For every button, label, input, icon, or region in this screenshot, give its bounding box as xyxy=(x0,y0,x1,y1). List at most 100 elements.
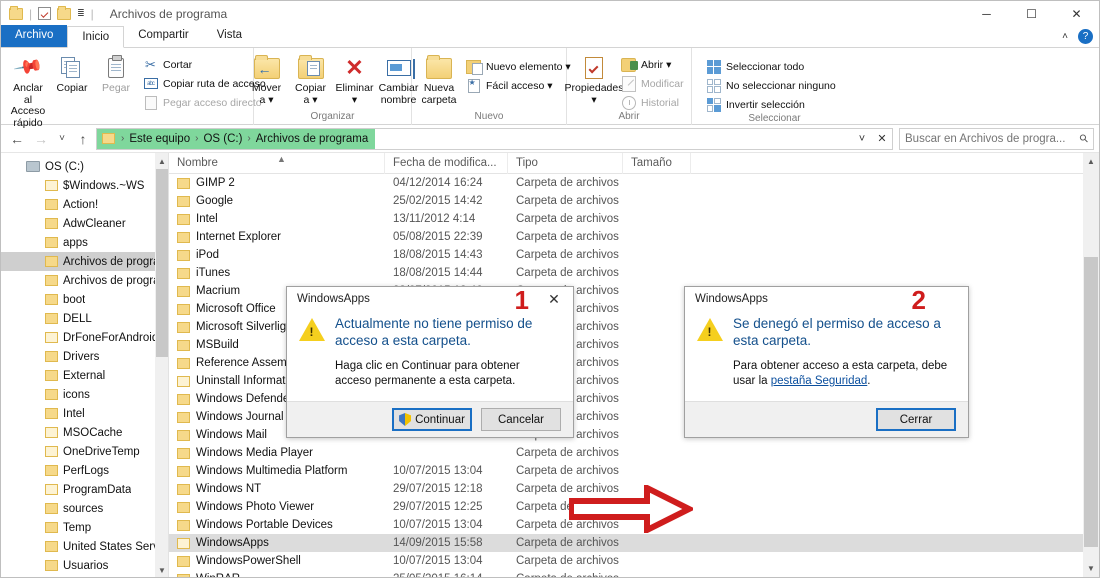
table-row[interactable]: Google 25/02/2015 14:42 Carpeta de archivo… xyxy=(169,192,1099,210)
edit-label: Modificar xyxy=(641,77,684,90)
file-name-label: Internet Explorer xyxy=(196,231,282,243)
tree-item[interactable]: Drivers xyxy=(1,347,169,366)
file-scroll-up-icon[interactable]: ▲ xyxy=(1083,153,1099,170)
cancelar-button[interactable]: Cancelar xyxy=(481,408,561,431)
table-row[interactable]: GIMP 2 04/12/2014 16:24 Carpeta de archivo… xyxy=(169,174,1099,192)
new-folder-button[interactable]: Nueva carpeta xyxy=(418,52,460,106)
tree-item[interactable]: boot xyxy=(1,290,169,309)
new-item-button[interactable]: Nuevo elemento ▾ xyxy=(462,58,575,75)
breadcrumb-item-os-c[interactable]: OS (C:) xyxy=(200,133,245,145)
tree-item[interactable]: External xyxy=(1,366,169,385)
nav-scrollbar[interactable]: ▲ ▼ xyxy=(155,153,169,577)
copy-button[interactable]: Copiar xyxy=(51,52,93,95)
tab-vista[interactable]: Vista xyxy=(203,25,256,47)
nav-scroll-thumb[interactable] xyxy=(156,169,168,357)
tree-item[interactable]: United States Service Co xyxy=(1,537,169,556)
tab-archivo[interactable]: Archivo xyxy=(1,25,68,47)
file-name-label: Intel xyxy=(196,213,218,225)
tab-inicio[interactable]: Inicio xyxy=(67,26,125,48)
minimize-button[interactable]: ─ xyxy=(964,1,1009,26)
table-row[interactable]: WindowsPowerShell 10/07/2015 13:04 Carpeta… xyxy=(169,552,1099,570)
tree-item[interactable]: MSOCache xyxy=(1,423,169,442)
file-date-cell: 18/08/2015 14:44 xyxy=(393,267,483,279)
dialog-permission-denied[interactable]: WindowsApps Se denegó el permiso de acce… xyxy=(684,285,969,438)
tree-item[interactable]: apps xyxy=(1,233,169,252)
continuar-button[interactable]: Continuar xyxy=(392,408,472,431)
tree-item[interactable]: DELL xyxy=(1,309,169,328)
tree-item[interactable]: ProgramData xyxy=(1,480,169,499)
tree-item[interactable]: PerfLogs xyxy=(1,461,169,480)
tree-item[interactable]: sources xyxy=(1,499,169,518)
maximize-button[interactable]: ☐ xyxy=(1009,1,1054,26)
tree-item[interactable]: Archivos de programa xyxy=(1,252,169,271)
table-row[interactable]: Windows Media Player Carpeta de archivos xyxy=(169,444,1099,462)
new-folder-icon[interactable] xyxy=(57,5,72,20)
table-row[interactable]: iTunes 18/08/2015 14:44 Carpeta de archivo… xyxy=(169,264,1099,282)
breadcrumb-item-archivos-de-programa[interactable]: Archivos de programa xyxy=(253,133,372,145)
ribbon-tab-right-controls: ˄ ? xyxy=(1062,29,1093,44)
folder-icon xyxy=(177,483,190,495)
tree-item[interactable]: DrFoneForAndroid xyxy=(1,328,169,347)
tree-item[interactable]: Usuarios xyxy=(1,556,169,575)
close-button[interactable]: ✕ xyxy=(1054,1,1099,26)
file-name-cell: WindowsPowerShell xyxy=(169,555,385,567)
file-date-cell: 10/07/2015 13:04 xyxy=(393,555,483,567)
table-row[interactable]: WinRAR 25/05/2015 16:14Carpeta de archivo… xyxy=(169,570,1099,577)
table-row[interactable]: Windows Multimedia Platform 10/07/2015 13… xyxy=(169,462,1099,480)
stop-refresh-icon[interactable]: ✕ xyxy=(872,128,892,149)
easy-access-button[interactable]: Fácil acceso ▾ xyxy=(462,77,575,94)
file-date-cell: 10/07/2015 13:04 xyxy=(393,519,483,531)
nav-scroll-up-icon[interactable]: ▲ xyxy=(155,153,169,169)
properties-icon[interactable] xyxy=(38,7,52,20)
tree-item[interactable]: icons xyxy=(1,385,169,404)
move-to-button[interactable]: ← Mover a ▾ xyxy=(246,52,288,106)
select-none-button[interactable]: No seleccionar ninguno xyxy=(702,77,840,94)
tab-compartir[interactable]: Compartir xyxy=(124,25,202,47)
table-row[interactable]: Intel 13/11/2012 4:14 Carpeta de archivos xyxy=(169,210,1099,228)
tree-item[interactable]: OS (C:) xyxy=(1,157,169,176)
dialog-permission-required[interactable]: WindowsApps ✕ Actualmente no tiene permi… xyxy=(286,285,574,438)
select-all-button[interactable]: Seleccionar todo xyxy=(702,58,840,75)
pin-to-quick-access-button[interactable]: 📌 Anclar al Acceso rápido xyxy=(7,52,49,129)
tree-item[interactable]: AdwCleaner xyxy=(1,214,169,233)
file-scroll-down-icon[interactable]: ▼ xyxy=(1083,560,1099,577)
tree-item[interactable]: Archivos de programa (x xyxy=(1,271,169,290)
customize-qat-icon[interactable]: ≣ xyxy=(77,8,85,19)
file-type-cell: Carpeta de archivos xyxy=(516,465,619,477)
copy-to-button[interactable]: Copiar a ▾ xyxy=(290,52,332,106)
history-button[interactable]: Historial xyxy=(617,94,688,111)
rename-icon xyxy=(386,55,415,81)
delete-button[interactable]: ✕ Eliminar ▾ xyxy=(334,52,376,106)
tree-item[interactable]: Temp xyxy=(1,518,169,537)
security-tab-link[interactable]: pestaña Seguridad xyxy=(771,375,868,387)
column-header-tamano[interactable]: Tamaño xyxy=(623,153,691,174)
tree-item[interactable]: Intel xyxy=(1,404,169,423)
edit-button[interactable]: Modificar xyxy=(617,75,688,92)
folder-icon xyxy=(177,537,190,549)
tree-item[interactable]: OneDriveTemp xyxy=(1,442,169,461)
table-row[interactable]: WindowsApps 14/09/2015 15:58 Carpeta de ar… xyxy=(169,534,1099,552)
column-header-fecha[interactable]: Fecha de modifica... xyxy=(385,153,508,174)
help-icon[interactable]: ? xyxy=(1078,29,1093,44)
search-box[interactable]: ⚲ xyxy=(899,127,1094,150)
properties-button[interactable]: Propiedades ▾ xyxy=(565,52,623,106)
breadcrumb-item-este-equipo[interactable]: Este equipo xyxy=(126,133,193,145)
file-scroll-thumb[interactable] xyxy=(1084,257,1098,547)
chevron-down-icon[interactable]: ˅ xyxy=(852,128,872,149)
file-scrollbar[interactable]: ▲ ▼ xyxy=(1083,153,1099,577)
cerrar-button[interactable]: Cerrar xyxy=(876,408,956,431)
column-header-tipo[interactable]: Tipo xyxy=(508,153,623,174)
table-row[interactable]: Internet Explorer 05/08/2015 22:39 Carpeta… xyxy=(169,228,1099,246)
address-bar[interactable]: › Este equipo › OS (C:) › Archivos de pr… xyxy=(96,127,893,150)
nav-scroll-down-icon[interactable]: ▼ xyxy=(155,562,169,577)
table-row[interactable]: iPod 18/08/2015 14:43 Carpeta de archivos xyxy=(169,246,1099,264)
open-button[interactable]: Abrir ▾ xyxy=(617,56,688,73)
paste-button[interactable]: Pegar xyxy=(95,52,137,95)
search-input[interactable] xyxy=(905,132,1076,145)
search-icon[interactable]: ⚲ xyxy=(1077,131,1091,146)
tree-item[interactable]: Action! xyxy=(1,195,169,214)
dialog1-close-icon[interactable]: ✕ xyxy=(541,288,567,310)
invert-selection-button[interactable]: Invertir selección xyxy=(702,96,840,113)
tree-item[interactable]: $Windows.~WS xyxy=(1,176,169,195)
collapse-ribbon-icon[interactable]: ˄ xyxy=(1062,31,1068,42)
